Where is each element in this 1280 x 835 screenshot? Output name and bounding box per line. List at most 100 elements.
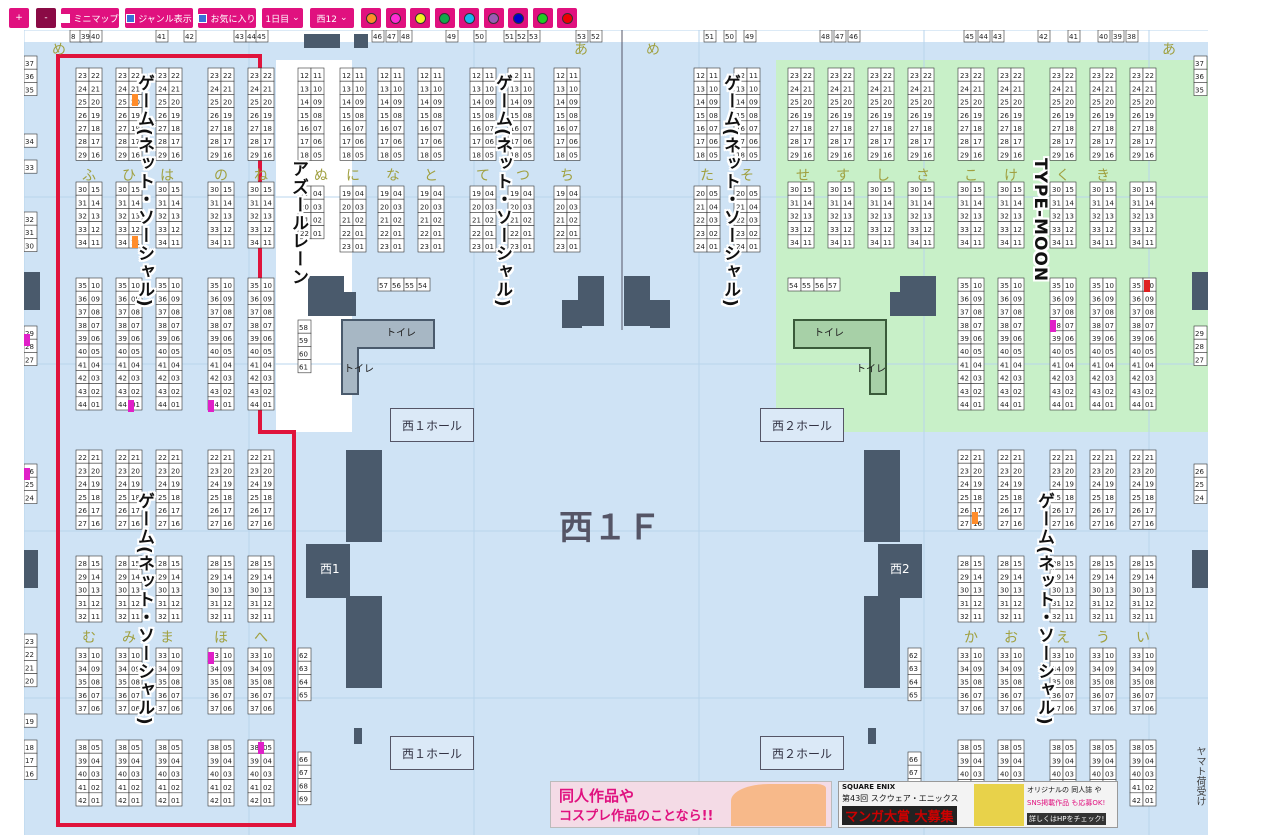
booth-number: 12 (223, 600, 232, 608)
color-filter-button[interactable] (410, 8, 430, 28)
booth-number: 05 (313, 151, 322, 159)
booth-number: 13 (923, 213, 932, 221)
genre-label-azur-lane[interactable]: アズールレーン (286, 160, 311, 286)
booth-number: 17 (300, 138, 309, 146)
booth-number: 25 (118, 494, 127, 502)
booth-number: 17 (171, 507, 180, 515)
booth-number: 21 (91, 454, 100, 462)
booth-number: 08 (1145, 309, 1154, 317)
genre-label-type-moon[interactable]: TYPE-MOON (1030, 158, 1050, 282)
row-label: せ (796, 168, 810, 184)
booth-number: 23 (78, 72, 87, 80)
row-label: し (876, 168, 890, 184)
floor-map-canvas[interactable]: 23 22 24 21 25 20 26 19 27 18 28 17 29 16 30 15 31 14 32 13… (24, 30, 1208, 835)
booth-number: 18 (973, 125, 982, 133)
booth-number: 11 (1105, 239, 1114, 247)
booth-number: 21 (1105, 85, 1114, 93)
booth-number: 35 (1132, 282, 1141, 290)
genre-label-center-right[interactable]: ゲーム(ネット・ソーシャル) (718, 74, 743, 308)
favorites-checkbox[interactable] (198, 13, 208, 23)
booth-number: 17 (1145, 507, 1154, 515)
booth-number: 35 (118, 679, 127, 687)
floor-map[interactable]: 23 22 24 21 25 20 26 19 27 18 28 17 29 16 30 15 31 14 32 13… (24, 30, 1208, 835)
minimap-toggle[interactable]: ミニマップ (61, 8, 119, 28)
booth-number: 32 (210, 613, 219, 621)
booth-number: 22 (1065, 72, 1074, 80)
booth-number: 03 (973, 771, 982, 779)
genre-label-center-left[interactable]: ゲーム(ネット・ソーシャル) (490, 74, 515, 308)
booth-number: 12 (1065, 600, 1074, 608)
color-filter-button[interactable] (434, 8, 455, 28)
booth-number: 21 (91, 85, 100, 93)
booth-number: 11 (973, 613, 982, 621)
color-filter-button[interactable] (483, 8, 504, 28)
booth-number: 06 (433, 138, 442, 146)
genre-label-left-top[interactable]: ゲーム(ネット・ソーシャル) (132, 74, 157, 308)
booth-number: 26 (1000, 112, 1009, 120)
booth-number: 29 (78, 151, 87, 159)
day-select[interactable]: 1日目 ⌄ (262, 8, 303, 28)
genre-label-left-bottom[interactable]: ゲーム(ネット・ソーシャル) (132, 492, 157, 726)
edge-number: 23 (25, 638, 34, 646)
booth-number: 21 (472, 217, 481, 225)
booth-number: 05 (91, 744, 100, 752)
booth-number: 33 (830, 226, 839, 234)
toilet-label: トイレ (814, 328, 844, 339)
color-filter-button[interactable] (557, 8, 577, 28)
booth-number: 09 (1065, 295, 1074, 303)
booth-number: 23 (342, 243, 351, 251)
ad-banner-left[interactable]: 同人作品や コスプレ作品のことなら!! (550, 781, 832, 828)
booth-number: 23 (118, 467, 127, 475)
booth-number: 03 (523, 203, 532, 211)
booth-number: 13 (171, 587, 180, 595)
booth-number: 08 (1013, 309, 1022, 317)
genre-toggle[interactable]: ジャンル表示 (125, 8, 193, 28)
booth-number: 32 (118, 213, 127, 221)
booth-number: 01 (749, 243, 758, 251)
booth-number: 05 (709, 190, 718, 198)
color-filter-button[interactable] (361, 8, 381, 28)
zoom-out-button[interactable]: - (36, 8, 56, 28)
row-label: た (700, 168, 714, 184)
booth-number: 34 (118, 665, 127, 673)
booth-number: 07 (1145, 692, 1154, 700)
booth-number: 09 (355, 99, 364, 107)
booth-number: 13 (1105, 213, 1114, 221)
booth-number: 58 (299, 324, 308, 332)
genre-label-right-bottom[interactable]: ゲーム(ネット・ソーシャル) (1032, 492, 1057, 726)
ad-banner-right[interactable]: SQUARE ENIX 第43回 スクウェア・エニックス マンガ大賞 大募集 オ… (838, 781, 1118, 828)
booth-number: 44 (78, 401, 87, 409)
booth-number: 07 (131, 322, 140, 330)
minimap-checkbox[interactable] (61, 13, 71, 23)
booth-number: 34 (1000, 665, 1009, 673)
zoom-in-button[interactable]: + (9, 8, 29, 28)
hall2-label: 西2 (890, 562, 910, 576)
booth-number: 04 (313, 190, 322, 198)
genre-checkbox[interactable] (126, 13, 136, 23)
booth-number: 05 (1065, 744, 1074, 752)
booth-number: 37 (210, 705, 219, 713)
booth-number: 11 (355, 72, 364, 80)
booth-number: 13 (342, 85, 351, 93)
booth-number: 41 (250, 784, 259, 792)
booth-number: 29 (790, 151, 799, 159)
color-filter-button[interactable] (508, 8, 528, 28)
edge-number: 16 (25, 770, 34, 778)
hall-select[interactable]: 西12 ⌄ (310, 8, 354, 28)
booth-number: 03 (1013, 375, 1022, 383)
booth-number: 36 (1132, 295, 1141, 303)
favorites-toggle[interactable]: お気に入り (198, 8, 256, 28)
booth-number: 01 (569, 243, 578, 251)
color-filter-button[interactable] (385, 8, 406, 28)
booth-number: 08 (749, 112, 758, 120)
booth-number: 25 (1052, 99, 1061, 107)
booth-number: 42 (1000, 375, 1009, 383)
booth-number: 44 (1092, 401, 1101, 409)
booth-number: 17 (171, 138, 180, 146)
color-filter-button[interactable] (532, 8, 553, 28)
booth-number: 01 (223, 797, 232, 805)
booth-number: 42 (1132, 797, 1141, 805)
color-filter-button[interactable] (459, 8, 479, 28)
booth-number: 37 (960, 309, 969, 317)
booth-number: 44 (1052, 401, 1061, 409)
